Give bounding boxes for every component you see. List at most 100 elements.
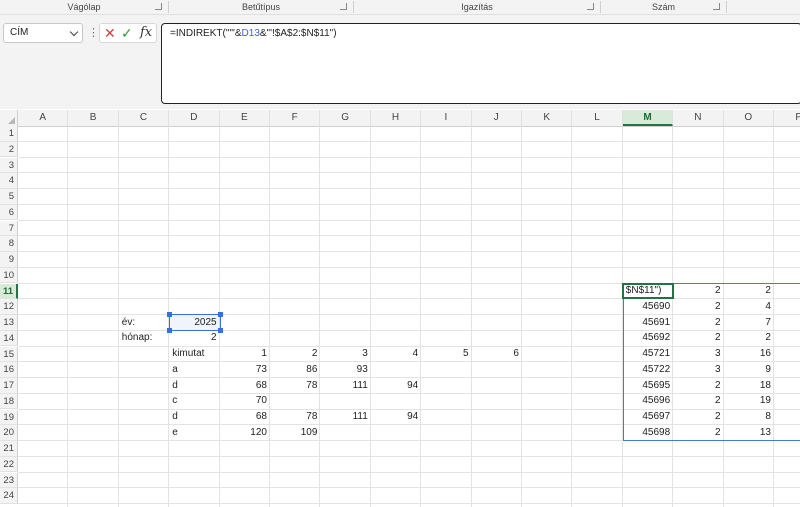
column-header-P[interactable]: P (774, 110, 800, 126)
select-all-button[interactable] (0, 110, 18, 126)
cell-O13[interactable]: 7 (724, 315, 774, 330)
row-header-4[interactable]: 4 (0, 173, 18, 189)
cell-D20[interactable]: e (169, 425, 219, 440)
font-dialog-launcher-icon[interactable] (340, 3, 347, 10)
cell-G16[interactable]: 93 (320, 362, 370, 377)
enter-icon[interactable]: ✓ (121, 25, 133, 41)
cell-E16[interactable]: 73 (220, 362, 270, 377)
cell-M18[interactable]: 45696 (623, 393, 673, 408)
cell-G15[interactable]: 3 (320, 346, 370, 361)
cell-O11[interactable]: 2 (724, 283, 774, 298)
column-header-E[interactable]: E (220, 110, 270, 126)
number-dialog-launcher-icon[interactable] (713, 3, 720, 10)
cell-O18[interactable]: 19 (724, 393, 774, 408)
cell-G17[interactable]: 111 (320, 378, 370, 393)
cell-N16[interactable]: 3 (673, 362, 723, 377)
cell-E17[interactable]: 68 (220, 378, 270, 393)
column-header-A[interactable]: A (18, 110, 69, 126)
row-header-14[interactable]: 14 (0, 330, 18, 347)
alignment-dialog-launcher-icon[interactable] (587, 3, 594, 10)
cell-C13[interactable]: év: (119, 315, 169, 330)
cell-N13[interactable]: 2 (673, 315, 723, 330)
cell-O15[interactable]: 16 (724, 346, 774, 361)
cell-O19[interactable]: 8 (724, 409, 774, 424)
worksheet-grid[interactable]: ABCDEFGHIJKLMNOP 1 2 3 4 5 6 7 8 9 10 11 12 13 14 15 16… (0, 110, 800, 507)
cell-F15[interactable]: 2 (270, 346, 320, 361)
cell-E19[interactable]: 68 (220, 409, 270, 424)
more-options-icon[interactable]: ⋮ (88, 26, 99, 40)
cell-M20[interactable]: 45698 (623, 425, 673, 440)
row-header-20[interactable]: 20 (0, 425, 18, 441)
row-header-24[interactable]: 24 (0, 488, 18, 504)
cell-O17[interactable]: 18 (724, 378, 774, 393)
cell-O16[interactable]: 9 (724, 362, 774, 377)
column-header-B[interactable]: B (68, 110, 119, 126)
row-header-11[interactable]: 11 (0, 283, 18, 300)
row-header-22[interactable]: 22 (0, 456, 18, 473)
cell-E20[interactable]: 120 (220, 425, 270, 440)
name-box[interactable]: CÍM (3, 23, 83, 43)
clipboard-dialog-launcher-icon[interactable] (155, 3, 162, 10)
cell-M19[interactable]: 45697 (623, 409, 673, 424)
row-header-16[interactable]: 16 (0, 362, 18, 378)
insert-function-icon[interactable]: fx (140, 24, 152, 42)
row-header-23[interactable]: 23 (0, 472, 18, 489)
column-header-I[interactable]: I (421, 110, 472, 126)
column-header-J[interactable]: J (472, 110, 522, 126)
column-header-D[interactable]: D (169, 110, 220, 126)
cell-D18[interactable]: c (169, 393, 219, 408)
cell-D14[interactable]: 2 (169, 330, 219, 345)
row-header-17[interactable]: 17 (0, 378, 18, 394)
cell-M16[interactable]: 45722 (623, 362, 673, 377)
row-header-5[interactable]: 5 (0, 189, 18, 205)
column-header-C[interactable]: C (119, 110, 170, 126)
cell-N15[interactable]: 3 (673, 346, 723, 361)
cell-M13[interactable]: 45691 (623, 315, 673, 330)
row-header-6[interactable]: 6 (0, 204, 18, 221)
row-header-2[interactable]: 2 (0, 141, 18, 158)
cell-C14[interactable]: hónap: (119, 330, 169, 345)
cell-O14[interactable]: 2 (724, 330, 774, 345)
cell-D13[interactable]: 2025 (169, 315, 219, 330)
column-header-L[interactable]: L (572, 110, 623, 126)
row-header-3[interactable]: 3 (0, 157, 18, 174)
cancel-icon[interactable]: ✕ (104, 25, 116, 41)
column-header-M[interactable]: M (622, 110, 674, 126)
cell-F16[interactable]: 86 (270, 362, 320, 377)
row-header-15[interactable]: 15 (0, 346, 18, 363)
row-header-1[interactable]: 1 (0, 126, 18, 142)
cell-E18[interactable]: 70 (220, 393, 270, 408)
row-header-21[interactable]: 21 (0, 441, 18, 457)
cell-N12[interactable]: 2 (673, 299, 723, 314)
column-header-H[interactable]: H (371, 110, 422, 126)
column-header-N[interactable]: N (673, 110, 724, 126)
cell-D19[interactable]: d (169, 409, 219, 424)
cell-D17[interactable]: d (169, 378, 219, 393)
cell-G19[interactable]: 111 (320, 409, 370, 424)
row-header-18[interactable]: 18 (0, 393, 18, 410)
row-header-8[interactable]: 8 (0, 236, 18, 252)
cell-N11[interactable]: 2 (673, 283, 723, 298)
cell-H15[interactable]: 4 (371, 346, 421, 361)
row-header-12[interactable]: 12 (0, 299, 18, 315)
cell-F19[interactable]: 78 (270, 409, 320, 424)
formula-input[interactable]: =INDIREKT("'"&D13&"'!$A$2:$N$11") (161, 23, 800, 104)
cell-N14[interactable]: 2 (673, 330, 723, 345)
cell-O12[interactable]: 4 (724, 299, 774, 314)
cell-M11[interactable]: $N$11") (623, 283, 673, 298)
row-header-10[interactable]: 10 (0, 267, 18, 284)
cell-F20[interactable]: 109 (270, 425, 320, 440)
cell-D16[interactable]: a (169, 362, 219, 377)
cell-M17[interactable]: 45695 (623, 378, 673, 393)
row-header-9[interactable]: 9 (0, 252, 18, 268)
cell-E15[interactable]: 1 (220, 346, 270, 361)
row-header-7[interactable]: 7 (0, 220, 18, 237)
row-header-19[interactable]: 19 (0, 409, 18, 426)
cell-O20[interactable]: 13 (724, 425, 774, 440)
cell-M15[interactable]: 45721 (623, 346, 673, 361)
cell-D15[interactable]: kimutat (169, 346, 219, 361)
column-header-K[interactable]: K (522, 110, 573, 126)
column-header-G[interactable]: G (320, 110, 371, 126)
column-header-F[interactable]: F (270, 110, 321, 126)
cell-H17[interactable]: 94 (371, 378, 421, 393)
